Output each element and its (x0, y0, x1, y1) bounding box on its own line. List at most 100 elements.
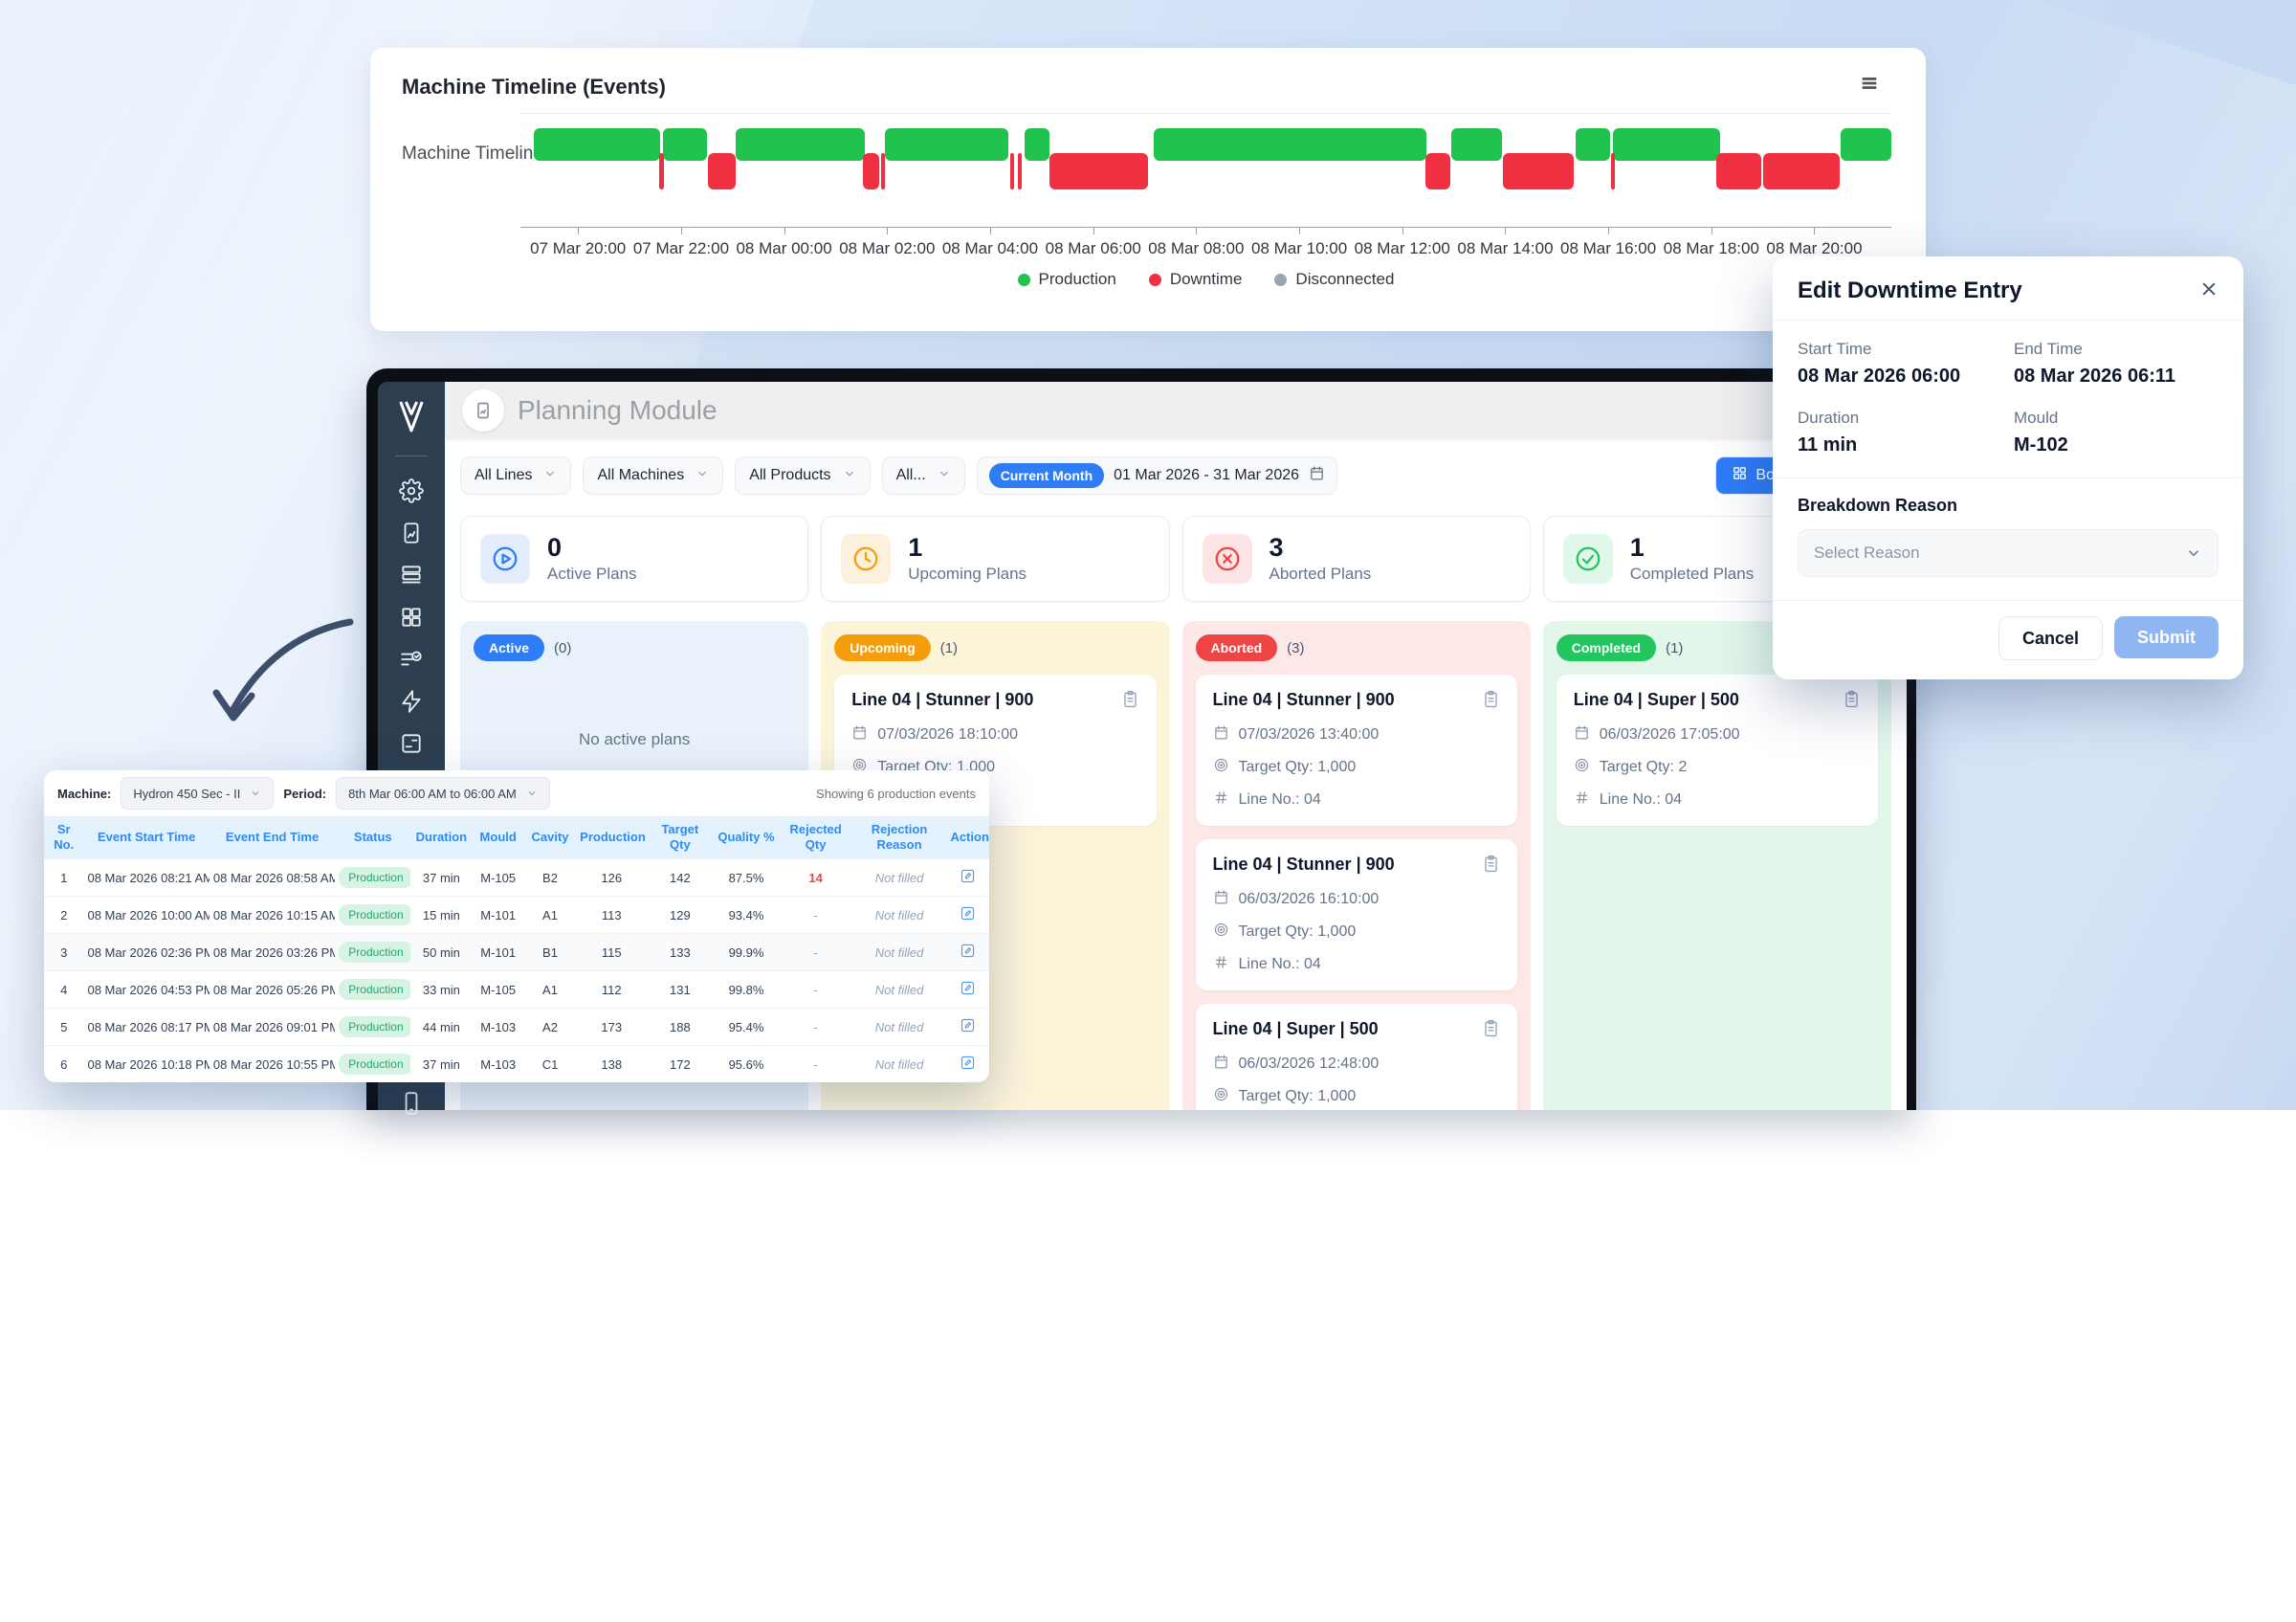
production-segment[interactable] (534, 128, 660, 161)
downtime-segment[interactable] (1018, 153, 1022, 189)
filter-label: All Lines (475, 467, 532, 484)
production-segment[interactable] (736, 128, 865, 161)
target-icon (1213, 922, 1229, 943)
sidebar-item-bolt-icon[interactable] (399, 689, 424, 714)
table-cell: Not filled (852, 897, 947, 934)
table-cell: 99.8% (713, 971, 779, 1009)
plan-target-qty: Target Qty: 1,000 (1239, 923, 1357, 941)
column-header: Duration (410, 816, 472, 859)
legend-label: Production (1039, 270, 1116, 289)
axis-tick-label: 08 Mar 14:00 (1457, 239, 1553, 258)
sidebar-item-tablet-icon[interactable] (399, 521, 424, 545)
sidebar-item-grid-icon[interactable] (399, 605, 424, 630)
downtime-segment[interactable] (659, 153, 664, 189)
production-segment[interactable] (1613, 128, 1720, 161)
filter-dropdown-1[interactable]: All Machines (583, 456, 723, 495)
plan-line-no: Line No.: 04 (1239, 956, 1321, 973)
production-segment[interactable] (1025, 128, 1049, 161)
sidebar-item-server-icon[interactable] (399, 563, 424, 588)
downtime-segment[interactable] (1611, 153, 1615, 189)
table-cell (946, 934, 989, 971)
downtime-segment[interactable] (1763, 153, 1840, 189)
events-table-toolbar: Machine: Hydron 450 Sec - II Period: 8th… (44, 770, 989, 816)
axis-tick (681, 228, 682, 234)
production-segment[interactable] (1451, 128, 1502, 161)
plan-card[interactable]: Line 04 | Super | 50006/03/2026 17:05:00… (1556, 675, 1878, 826)
filters-row: All Lines All Machines All Products All... C… (460, 456, 1891, 495)
table-cell: - (780, 1009, 852, 1046)
period-select[interactable]: 8th Mar 06:00 AM to 06:00 AM (336, 777, 550, 810)
edit-icon[interactable] (960, 905, 976, 924)
column-count: (1) (1666, 640, 1683, 656)
rejection-reason: Not filled (875, 1020, 924, 1034)
production-segment[interactable] (1154, 128, 1426, 161)
table-cell (946, 971, 989, 1009)
edit-icon[interactable] (960, 868, 976, 887)
clipboard-icon[interactable] (1482, 855, 1500, 878)
plan-card[interactable]: Line 04 | Stunner | 90006/03/2026 16:10:… (1196, 839, 1517, 990)
downtime-segment[interactable] (1425, 153, 1450, 189)
table-cell: 08 Mar 2026 10:55 PM (210, 1046, 335, 1083)
stat-value: 0 (547, 534, 637, 563)
chevron-down-icon (543, 467, 557, 485)
table-cell: M-101 (473, 897, 524, 934)
plan-card[interactable]: Line 04 | Stunner | 90007/03/2026 13:40:… (1196, 675, 1517, 826)
submit-button[interactable]: Submit (2114, 616, 2219, 658)
plan-card[interactable]: Line 04 | Super | 50006/03/2026 12:48:00… (1196, 1004, 1517, 1110)
plan-datetime: 07/03/2026 13:40:00 (1239, 726, 1380, 744)
downtime-segment[interactable] (1503, 153, 1573, 189)
close-icon[interactable] (2199, 279, 2219, 303)
clipboard-icon[interactable] (1482, 1019, 1500, 1042)
chevron-down-icon (695, 467, 709, 485)
play-circle-icon (480, 534, 530, 584)
cancel-button[interactable]: Cancel (1998, 616, 2103, 660)
downtime-segment[interactable] (1716, 153, 1761, 189)
production-segment[interactable] (1576, 128, 1610, 161)
edit-icon[interactable] (960, 943, 976, 962)
timeline-track[interactable] (520, 128, 1891, 189)
sidebar-item-gear-icon[interactable] (399, 478, 424, 503)
table-row: 308 Mar 2026 02:36 PM08 Mar 2026 03:26 P… (44, 934, 989, 971)
breakdown-reason-select[interactable]: Select Reason (1798, 529, 2219, 577)
edit-icon[interactable] (960, 980, 976, 999)
production-segment[interactable] (885, 128, 1008, 161)
plan-datetime: 06/03/2026 17:05:00 (1600, 726, 1740, 744)
production-segment[interactable] (1841, 128, 1891, 161)
table-cell: 129 (647, 897, 713, 934)
modal-field-duration: Duration11 min (1798, 409, 2002, 456)
axis-tick (1093, 228, 1094, 234)
sidebar-item-list-check-icon[interactable] (399, 647, 424, 672)
legend-dot (1018, 274, 1030, 286)
clipboard-icon[interactable] (1843, 690, 1861, 713)
sidebar-item-doc-icon[interactable] (399, 731, 424, 756)
downtime-segment[interactable] (881, 153, 885, 189)
edit-icon[interactable] (960, 1055, 976, 1074)
edit-icon[interactable] (960, 1017, 976, 1036)
filter-dropdown-0[interactable]: All Lines (460, 456, 571, 495)
machine-select[interactable]: Hydron 450 Sec - II (121, 777, 274, 810)
clipboard-icon[interactable] (1121, 690, 1139, 713)
field-value: 08 Mar 2026 06:11 (2014, 366, 2219, 388)
hamburger-menu-icon[interactable] (1859, 73, 1880, 99)
sidebar-item-phone-icon[interactable] (399, 1091, 424, 1116)
downtime-segment[interactable] (863, 153, 879, 189)
table-cell: 1 (44, 859, 83, 897)
module-header-icon (462, 389, 504, 432)
clipboard-icon[interactable] (1482, 690, 1500, 713)
table-cell (946, 897, 989, 934)
timeline-plot-topline (520, 113, 1891, 114)
plan-line-no: Line No.: 04 (1239, 791, 1321, 809)
filter-dropdown-2[interactable]: All Products (735, 456, 870, 495)
production-segment[interactable] (663, 128, 707, 161)
plan-line-no: Line No.: 04 (1600, 791, 1682, 809)
app-logo-icon[interactable] (392, 397, 430, 440)
date-range-filter[interactable]: Current Month01 Mar 2026 - 31 Mar 2026 (977, 456, 1337, 495)
downtime-segment[interactable] (1010, 153, 1014, 189)
table-cell: 50 min (410, 934, 472, 971)
downtime-segment[interactable] (1049, 153, 1148, 189)
table-cell: - (780, 934, 852, 971)
annotation-arrow (209, 611, 371, 749)
downtime-segment[interactable] (708, 153, 736, 189)
timeline-x-axis: 07 Mar 20:0007 Mar 22:0008 Mar 00:0008 M… (520, 227, 1891, 228)
filter-dropdown-3[interactable]: All... (882, 456, 965, 495)
